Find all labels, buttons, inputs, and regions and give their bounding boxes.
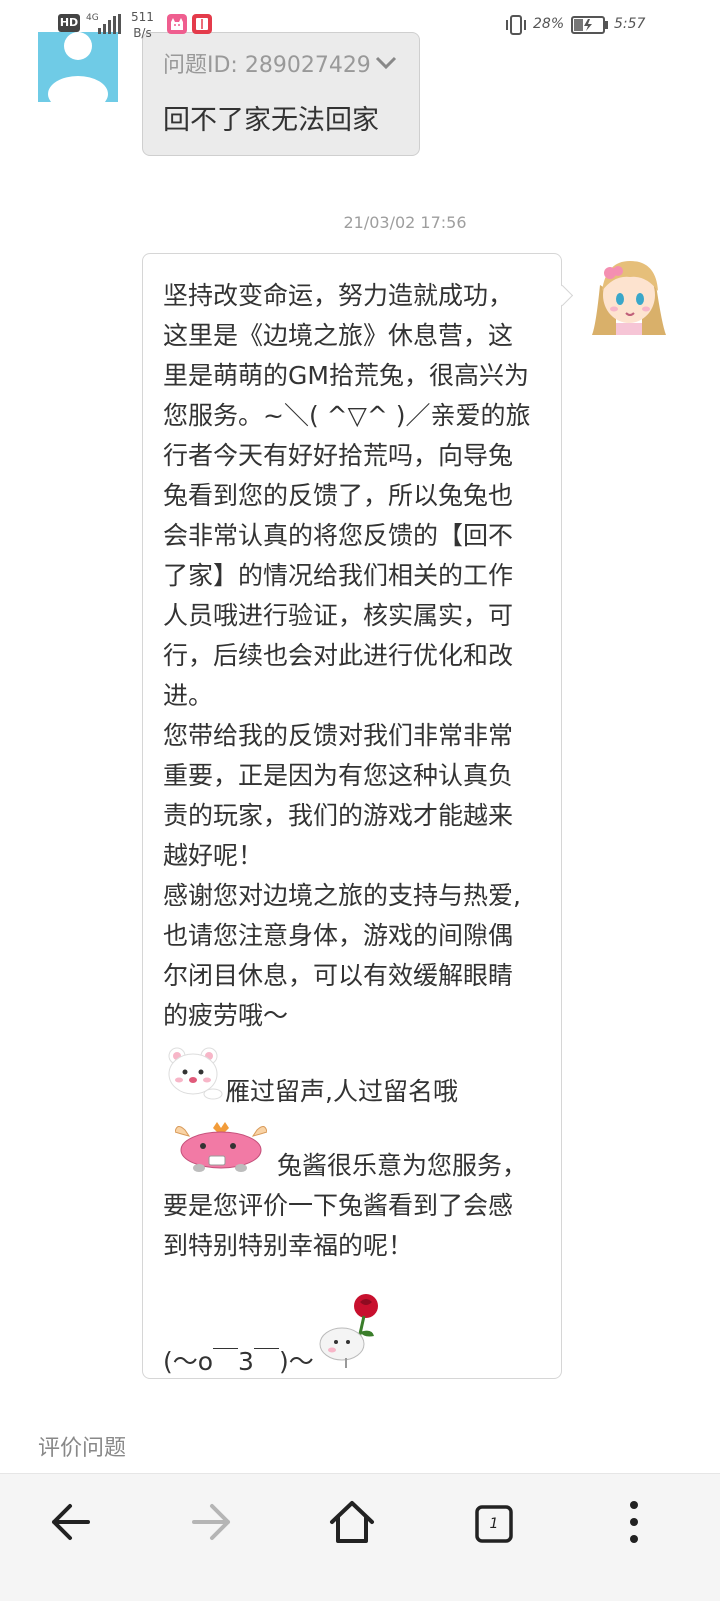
back-icon: [48, 1502, 92, 1546]
question-bubble[interactable]: 问题ID: 289027429 回不了家无法回家: [142, 32, 420, 156]
reply-paragraph: 感谢您对边境之旅的支持与热爱,也请您注意身体，游戏的间隙偶尔闭目休息，可以有效缓…: [163, 881, 521, 1030]
battery-icon: [571, 16, 609, 38]
status-bar: HD 4G 511 B/s 28% 5:57: [0, 0, 720, 50]
reply-paragraph: 坚持改变命运，努力造就成功，这里是《边境之旅》休息营，这里是萌萌的GM拾荒兔，很…: [163, 281, 531, 710]
tabs-icon: 1: [475, 1505, 513, 1543]
rate-question-link[interactable]: 评价问题: [38, 1430, 126, 1462]
bubble-tail: [551, 284, 574, 307]
tabs-button[interactable]: 1: [464, 1494, 524, 1554]
sticker-line: 雁过留声,人过留名哦: [163, 1046, 535, 1106]
sticker-line: (～o￣3￣)～: [163, 1292, 535, 1382]
chevron-down-icon[interactable]: [375, 55, 397, 74]
home-button[interactable]: [322, 1494, 382, 1554]
tab-count: 1: [489, 1516, 499, 1532]
gm-avatar[interactable]: [586, 255, 670, 335]
forward-button[interactable]: [182, 1494, 242, 1554]
home-icon: [328, 1500, 376, 1548]
more-button[interactable]: [604, 1494, 664, 1554]
sticker-caption: 雁过留声,人过留名哦: [225, 1077, 458, 1106]
clock: 5:57: [614, 16, 646, 32]
browser-nav-bar: 1: [0, 1473, 720, 1601]
network-type: 4G: [86, 13, 99, 23]
gm-reply-bubble: 坚持改变命运，努力造就成功，这里是《边境之旅》休息营，这里是萌萌的GM拾荒兔，很…: [142, 253, 574, 1382]
network-speed: 511 B/s: [131, 9, 154, 41]
pink-pig-sticker-icon: [174, 1120, 268, 1186]
reply-paragraph: 您带给我的反馈对我们非常非常重要，正是因为有您这种认真负责的玩家，我们的游戏才能…: [163, 721, 514, 870]
message-timestamp: 21/03/02 17:56: [343, 213, 467, 232]
question-text: 回不了家无法回家: [163, 105, 379, 136]
vibrate-icon: [504, 14, 528, 40]
more-icon: [628, 1500, 640, 1548]
gm-reply-text: 坚持改变命运，努力造就成功，这里是《边境之旅》休息营，这里是萌萌的GM拾荒兔，很…: [163, 276, 535, 1382]
rose-sticker-icon: [316, 1292, 388, 1382]
back-button[interactable]: [40, 1494, 100, 1554]
network-speed-value: 511: [131, 10, 154, 24]
app-book-icon: [192, 14, 212, 34]
bear-sticker-icon: [163, 1046, 225, 1112]
sticker-line: 兔酱很乐意为您服务，要是您评价一下兔酱看到了会感到特别特别幸福的呢！: [163, 1120, 535, 1266]
closing-emoticon: (～o￣3￣)～: [163, 1347, 314, 1376]
hd-icon: HD: [58, 14, 80, 32]
forward-icon: [190, 1502, 234, 1546]
signal-icon: [98, 14, 122, 34]
question-id: 问题ID: 289027429: [163, 53, 371, 78]
app-cat-icon: [167, 14, 187, 34]
battery-percent: 28%: [533, 16, 565, 32]
network-speed-unit: B/s: [133, 26, 152, 40]
